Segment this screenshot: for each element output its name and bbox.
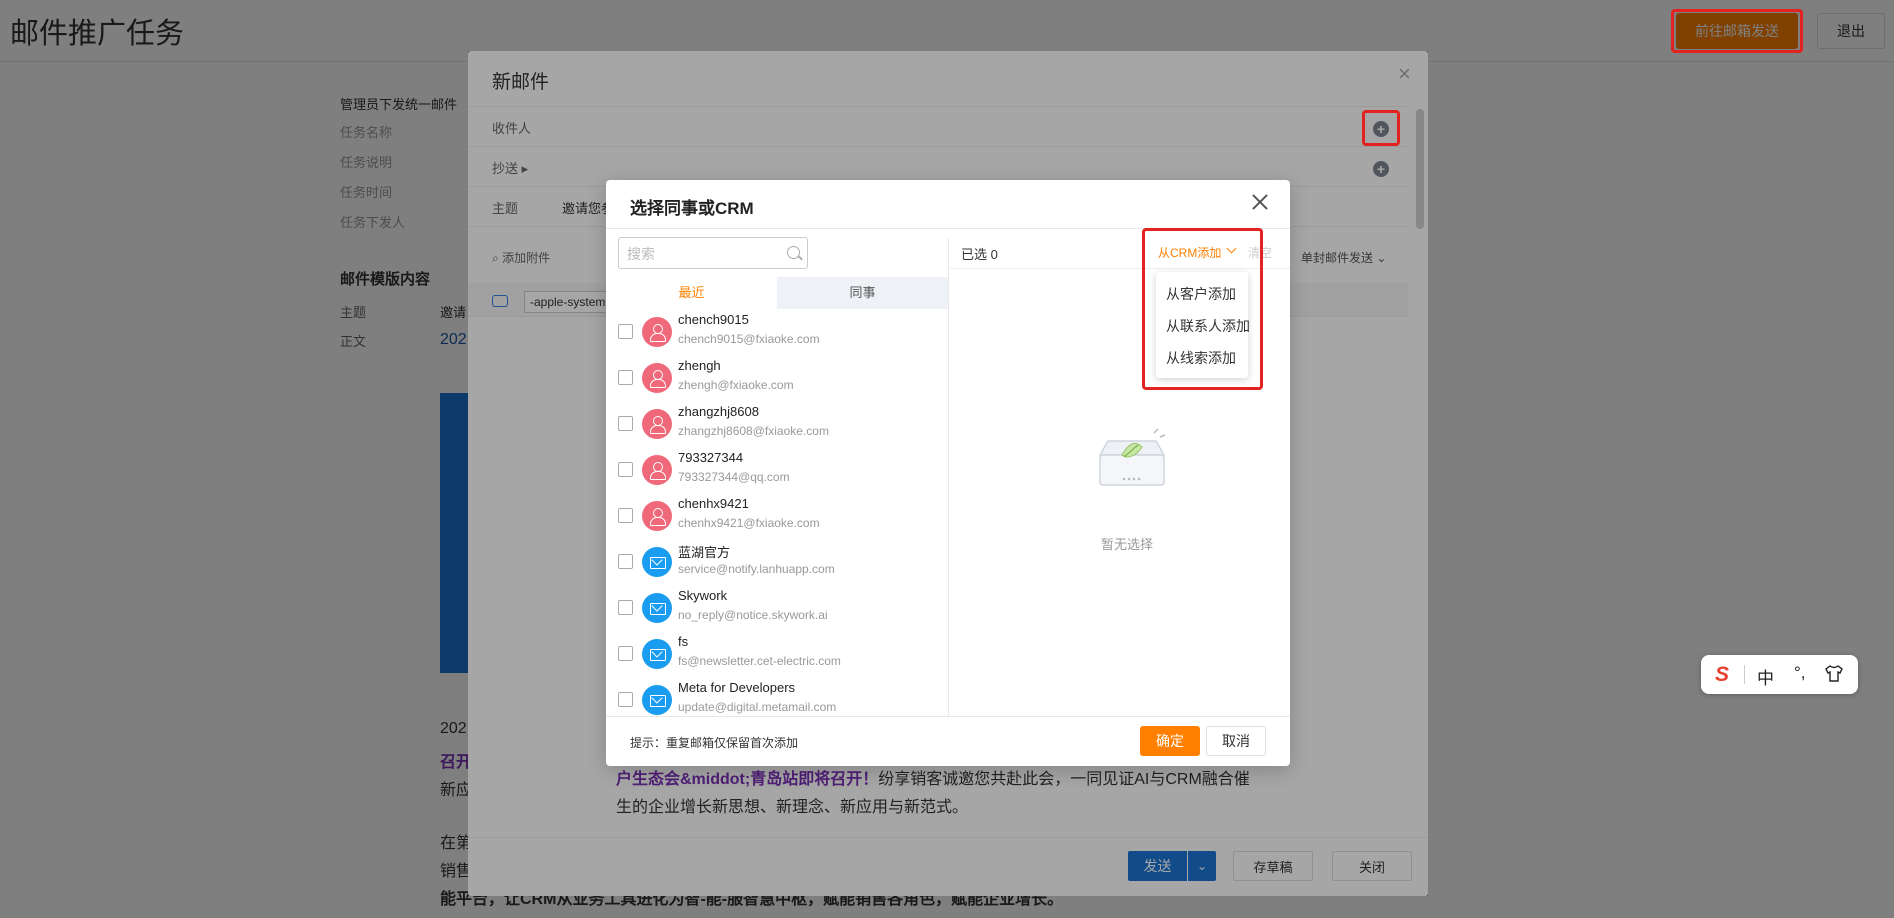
search-icon[interactable] — [787, 246, 800, 259]
list-item[interactable]: chench9015 chench9015@fxiaoke.com — [606, 310, 948, 356]
highlight-frame-add-recipient — [1362, 110, 1400, 146]
contact-checkbox[interactable] — [618, 324, 633, 339]
contact-checkbox[interactable] — [618, 692, 633, 707]
contact-email: zhangzhj8608@fxiaoke.com — [678, 424, 829, 438]
search-input[interactable] — [627, 244, 777, 264]
mail-avatar-icon — [642, 547, 672, 577]
contact-checkbox[interactable] — [618, 370, 633, 385]
highlight-frame-goto-send — [1671, 9, 1803, 53]
contact-email: 793327344@qq.com — [678, 470, 790, 484]
contact-name: 793327344 — [678, 450, 744, 465]
contact-checkbox[interactable] — [618, 508, 633, 523]
contact-list[interactable]: chench9015 chench9015@fxiaoke.com zhengh… — [606, 310, 948, 716]
list-item[interactable]: Meta for Developers update@digital.metam… — [606, 678, 948, 716]
contact-email: fs@newsletter.cet-electric.com — [678, 654, 841, 668]
duplicate-hint: 提示：重复邮箱仅保留首次添加 — [630, 736, 799, 750]
contact-email: chench9015@fxiaoke.com — [678, 332, 820, 346]
person-avatar-icon — [642, 455, 672, 485]
list-item[interactable]: zhangzhj8608 zhangzhj8608@fxiaoke.com — [606, 402, 948, 448]
contact-checkbox[interactable] — [618, 646, 633, 661]
empty-box-icon — [1098, 428, 1166, 486]
contact-email: update@digital.metamail.com — [678, 700, 837, 714]
highlight-frame-crm-menu — [1142, 228, 1263, 390]
contact-name: 蓝湖官方 — [678, 545, 731, 560]
list-item[interactable]: 793327344 793327344@qq.com — [606, 448, 948, 494]
search-box[interactable] — [618, 237, 808, 269]
contact-checkbox[interactable] — [618, 462, 633, 477]
contact-email: no_reply@notice.skywork.ai — [678, 608, 828, 622]
dialog-title: 选择同事或CRM — [630, 199, 754, 218]
cancel-button[interactable]: 取消 — [1206, 726, 1266, 756]
list-item[interactable]: zhengh zhengh@fxiaoke.com — [606, 356, 948, 402]
person-avatar-icon — [642, 501, 672, 531]
contact-email: service@notify.lanhuapp.com — [678, 562, 835, 576]
sogou-logo-icon[interactable]: S — [1715, 663, 1729, 687]
shirt-icon[interactable] — [1825, 665, 1843, 682]
list-item[interactable]: chenhx9421 chenhx9421@fxiaoke.com — [606, 494, 948, 540]
contact-name: chench9015 — [678, 312, 749, 327]
contact-checkbox[interactable] — [618, 554, 633, 569]
person-avatar-icon — [642, 363, 672, 393]
contact-checkbox[interactable] — [618, 600, 633, 615]
contact-email: chenhx9421@fxiaoke.com — [678, 516, 820, 530]
mail-avatar-icon — [642, 685, 672, 715]
contact-name: fs — [678, 634, 689, 649]
person-avatar-icon — [642, 317, 672, 347]
list-item[interactable]: 蓝湖官方 service@notify.lanhuapp.com — [606, 540, 948, 586]
list-item[interactable]: Skywork no_reply@notice.skywork.ai — [606, 586, 948, 632]
contact-name: zhengh — [678, 358, 721, 373]
ime-toolbar[interactable]: S 中 °, — [1701, 655, 1858, 694]
selected-count: 已选 0 — [961, 247, 998, 262]
contact-email: zhengh@fxiaoke.com — [678, 378, 794, 392]
mail-avatar-icon — [642, 593, 672, 623]
list-item[interactable]: fs fs@newsletter.cet-electric.com — [606, 632, 948, 678]
ime-punctuation-toggle[interactable]: °, — [1794, 663, 1806, 683]
ime-language-toggle[interactable]: 中 — [1757, 664, 1774, 689]
contact-name: zhangzhj8608 — [678, 404, 759, 419]
person-avatar-icon — [642, 409, 672, 439]
mail-avatar-icon — [642, 639, 672, 669]
contact-name: chenhx9421 — [678, 496, 749, 511]
tab-recent[interactable]: 最近 — [606, 277, 777, 309]
empty-state-text: 暂无选择 — [1101, 537, 1154, 552]
contact-name: Meta for Developers — [678, 680, 796, 695]
tab-colleagues[interactable]: 同事 — [777, 277, 948, 309]
confirm-button[interactable]: 确定 — [1140, 726, 1200, 756]
contact-name: Skywork — [678, 588, 728, 603]
contact-checkbox[interactable] — [618, 416, 633, 431]
close-icon[interactable] — [1248, 190, 1272, 214]
